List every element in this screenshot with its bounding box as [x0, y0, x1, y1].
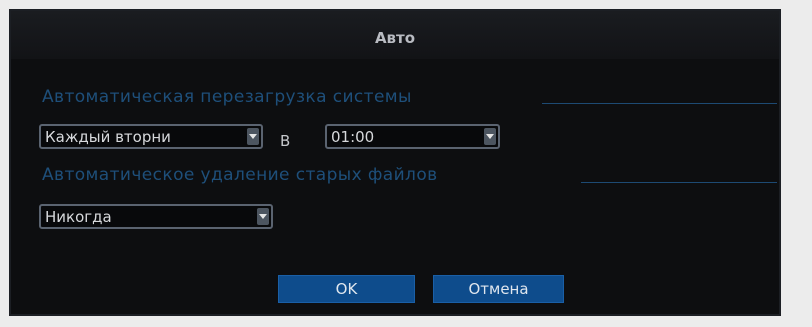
reboot-section-divider [542, 103, 777, 104]
delete-files-section-divider [581, 182, 777, 183]
reboot-section-heading: Автоматическая перезагрузка системы [42, 87, 412, 107]
at-time-label: В [280, 132, 291, 150]
delete-files-section-heading: Автоматическое удаление старых файлов [42, 165, 438, 185]
chevron-down-icon[interactable] [484, 128, 496, 145]
dialog-titlebar: Авто [11, 11, 779, 59]
reboot-day-select[interactable]: Каждый вторни [39, 124, 263, 149]
auto-maintenance-dialog: Авто Автоматическая перезагрузка системы… [9, 9, 781, 316]
reboot-time-select[interactable]: 01:00 [325, 124, 500, 149]
ok-button[interactable]: OK [278, 275, 415, 303]
reboot-day-value: Каждый вторни [45, 128, 171, 146]
chevron-down-icon[interactable] [247, 128, 259, 145]
chevron-down-icon[interactable] [257, 208, 269, 225]
reboot-time-value: 01:00 [331, 128, 375, 146]
dialog-title: Авто [374, 29, 416, 47]
delete-files-select[interactable]: Никогда [39, 204, 273, 229]
delete-files-value: Никогда [45, 208, 112, 226]
cancel-button[interactable]: Отмена [433, 275, 564, 303]
